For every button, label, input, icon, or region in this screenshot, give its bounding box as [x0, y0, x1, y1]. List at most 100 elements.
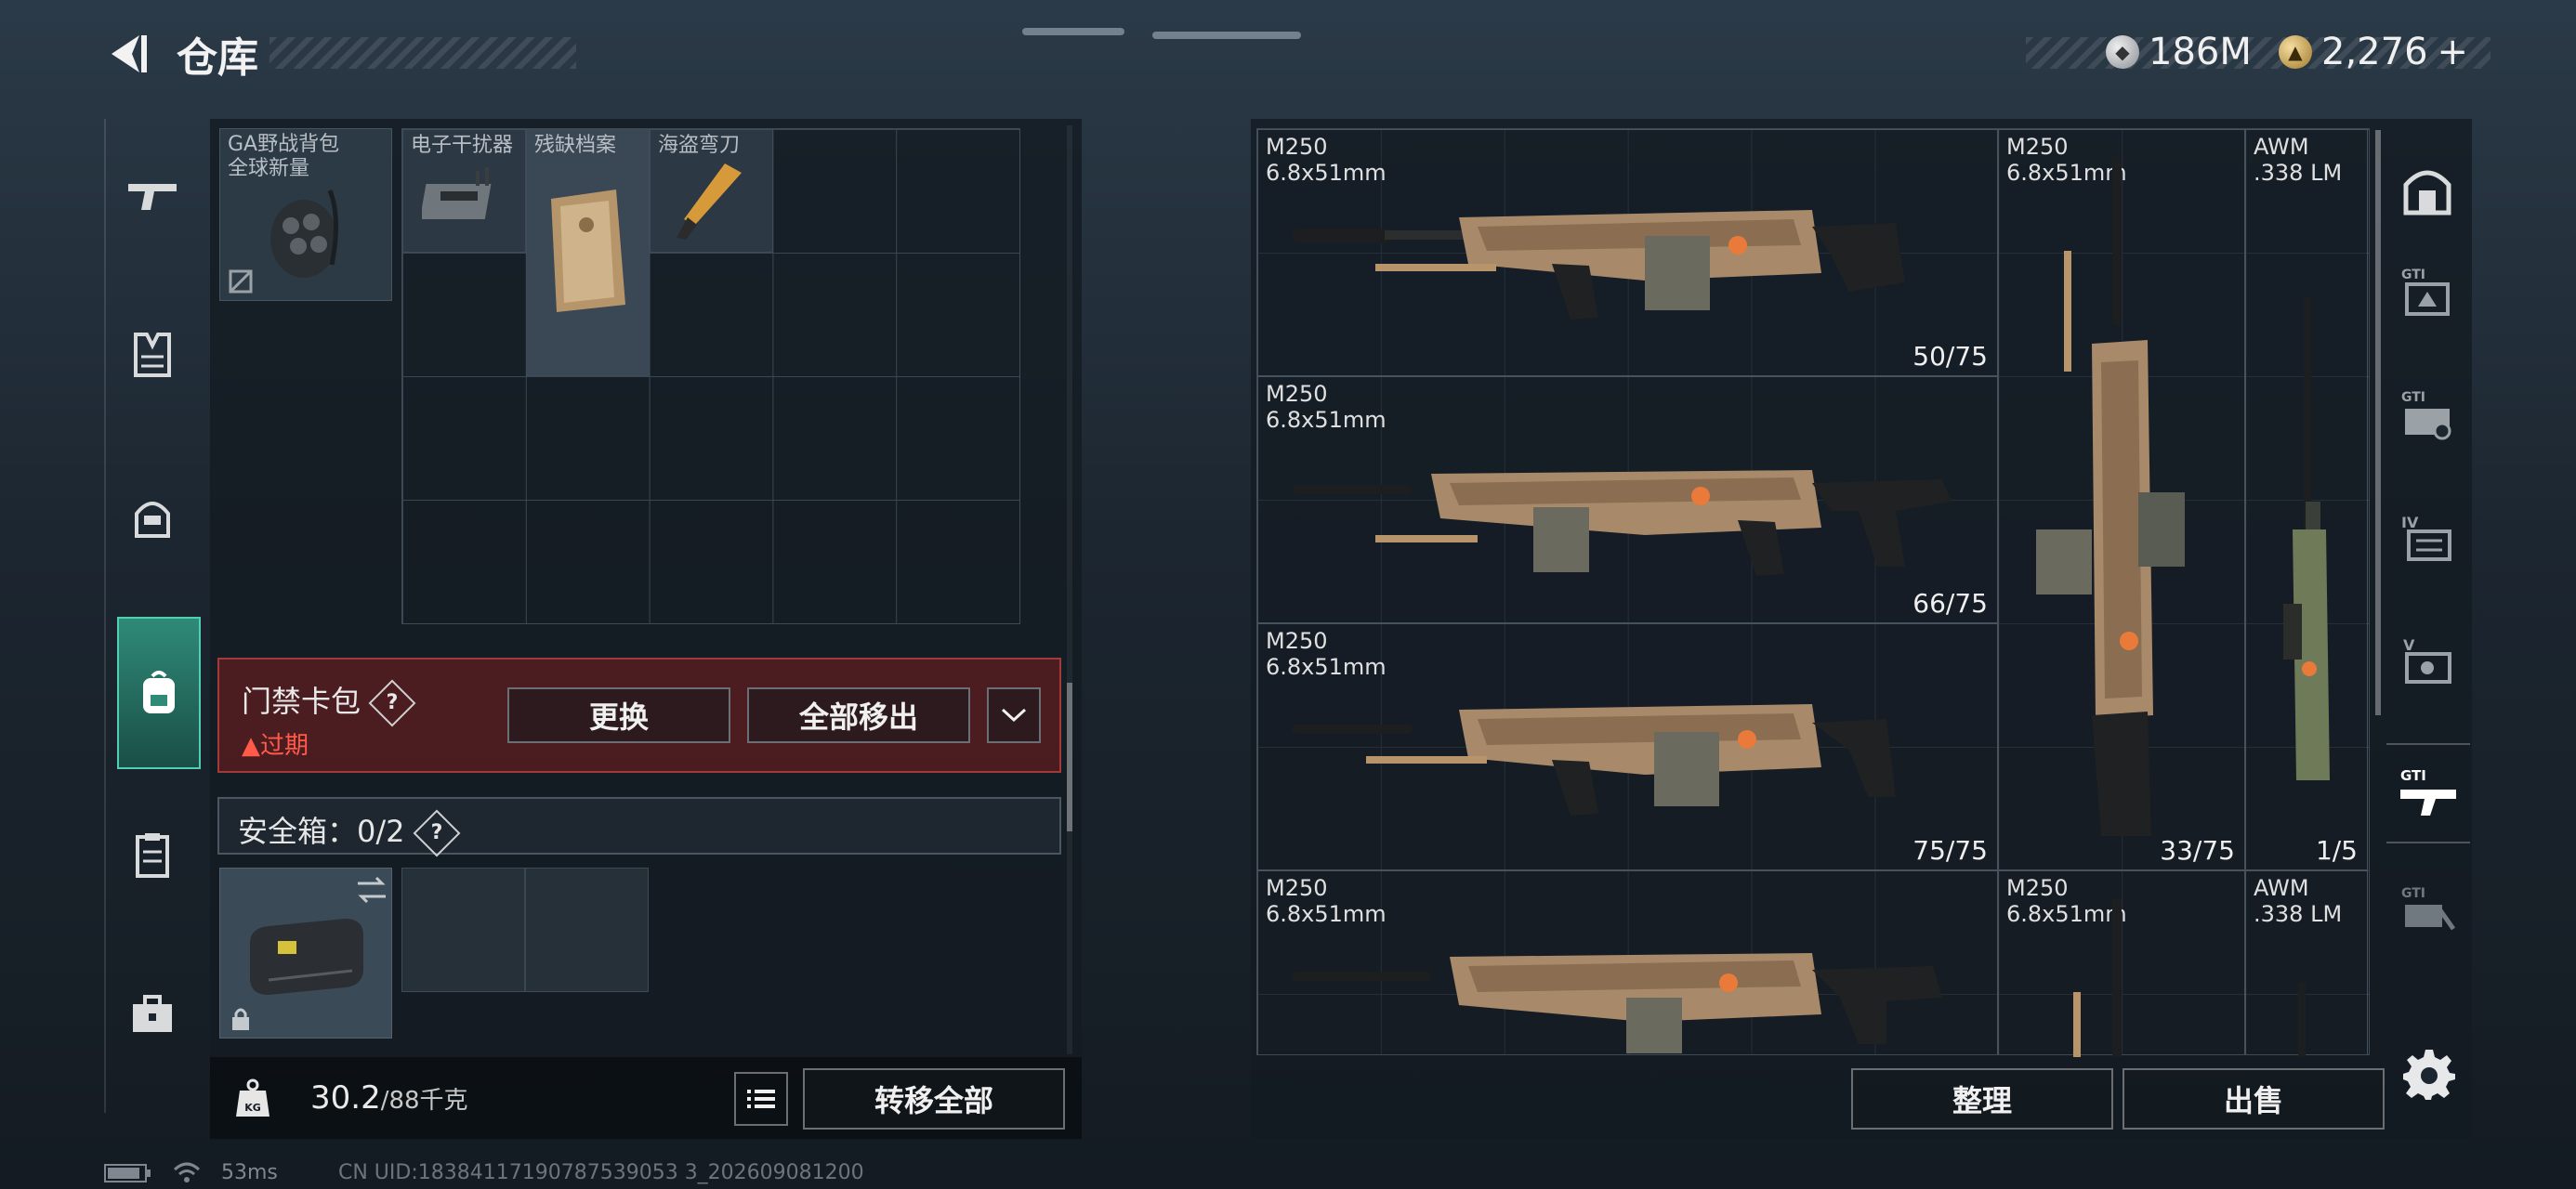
tab-gti-weapons[interactable]: GTI — [2386, 743, 2470, 843]
warehouse-tabs: GTI GTI IV V GTI GTI — [2385, 149, 2472, 985]
safe-box-label-text: 安全箱：0/2 — [238, 814, 405, 849]
vault-icon — [2403, 170, 2451, 216]
sniper-weapon-image-vertical — [2283, 297, 2330, 780]
gti-tab-2-label: GTI — [2401, 390, 2425, 405]
wifi-icon — [173, 1162, 201, 1182]
gti-weapon-icon: GTI — [2400, 767, 2456, 816]
backpack-name-line1: GA野战背包 — [228, 133, 340, 156]
nav-briefcase[interactable] — [119, 981, 186, 1048]
tab-iv[interactable]: IV — [2394, 505, 2461, 572]
sort-button[interactable]: 整理 — [1851, 1068, 2113, 1130]
carry-weight-value: 30.2 — [310, 1079, 381, 1117]
weapon-ammo-count: 75/75 — [1912, 835, 1988, 866]
weapon-tile[interactable]: M250 6.8x51mm 33/75 — [1998, 129, 2245, 870]
weapon-tile[interactable]: M250 6.8x51mm — [1257, 870, 1998, 1054]
lmg-weapon-image — [1292, 704, 1896, 816]
weapon-ammo-count: 66/75 — [1912, 588, 1988, 619]
lmg-weapon-image — [1292, 953, 1942, 1053]
keycard-help-icon[interactable]: ? — [368, 679, 416, 727]
weapon-ammo-count: 50/75 — [1912, 341, 1988, 372]
safe-box-empty-grid[interactable] — [401, 868, 649, 992]
grid-item-label: 残缺档案 — [534, 134, 617, 157]
weapon-tile[interactable]: M250 6.8x51mm — [1998, 870, 2245, 1057]
nav-armor[interactable] — [119, 321, 186, 388]
safe-box-help-icon[interactable]: ? — [413, 809, 460, 857]
nav-clipboard[interactable] — [119, 821, 186, 888]
tab-vault[interactable] — [2394, 158, 2461, 225]
weight-kg-icon: KG — [236, 1078, 269, 1117]
settings-gear-icon[interactable] — [2403, 1048, 2455, 1100]
gold-currency[interactable]: ▲ 2,276 + — [2279, 26, 2468, 78]
gold-coin-icon: ▲ — [2279, 35, 2312, 69]
keycard-help-text: ? — [386, 691, 399, 714]
tab-gti-3[interactable]: GTI — [2394, 877, 2461, 944]
page-title: 仓库 — [177, 34, 258, 82]
gun-icon — [128, 184, 177, 210]
backpack-name-line2: 全球新量 — [228, 157, 310, 180]
weapon-name: AWM .338 LM — [2254, 134, 2343, 186]
backpack-icon — [143, 671, 175, 713]
tab-v-label: V — [2403, 636, 2415, 654]
armor-vest-icon — [134, 333, 171, 377]
tab-iv-icon: IV — [2401, 514, 2451, 561]
weapon-ammo-count: 33/75 — [2160, 835, 2235, 866]
weapon-tile[interactable]: AWM .338 LM 1/5 — [2245, 129, 2368, 870]
kg-text: KG — [244, 1102, 261, 1114]
list-view-button[interactable] — [734, 1072, 788, 1126]
clipboard-icon — [136, 833, 169, 878]
gti-tab-2-icon: GTI — [2401, 390, 2451, 440]
gti-tab-1-icon: GTI — [2401, 268, 2450, 316]
document-item-image — [551, 189, 625, 312]
lmg-weapon-image-vertical — [2073, 899, 2122, 1057]
safe-box-header: 安全箱：0/2? — [217, 797, 1061, 857]
silver-coin-icon: ◆ — [2106, 35, 2139, 69]
transfer-all-button[interactable]: 转移全部 — [803, 1068, 1065, 1130]
weapon-tile[interactable]: M250 6.8x51mm 75/75 — [1257, 623, 1998, 870]
add-currency-button[interactable]: + — [2438, 31, 2469, 73]
tab-gti-1[interactable]: GTI — [2394, 258, 2461, 325]
safe-box-label: 安全箱：0/2? — [238, 808, 460, 857]
carry-weight: 30.2/88千克 — [310, 1079, 468, 1117]
gti-weapon-label: GTI — [2400, 767, 2426, 784]
back-arrow-icon — [112, 35, 147, 72]
gti-tab-3-icon: GTI — [2401, 886, 2455, 931]
ping-value: 53ms — [221, 1161, 278, 1184]
sell-button[interactable]: 出售 — [2123, 1068, 2385, 1130]
weapon-tile[interactable]: AWM .338 LM — [2245, 870, 2368, 1057]
weapon-tile[interactable]: M250 6.8x51mm 50/75 — [1257, 129, 1998, 376]
lmg-weapon-image — [1292, 470, 1952, 576]
move-all-out-button[interactable]: 全部移出 — [747, 687, 970, 743]
nav-weapons[interactable] — [119, 163, 186, 230]
equipped-backpack-slot[interactable]: GA野战背包 全球新量 — [219, 128, 392, 301]
replace-keycard-button[interactable]: 更换 — [507, 687, 730, 743]
nav-backpack[interactable] — [117, 617, 201, 769]
keycard-dropdown-button[interactable] — [987, 687, 1041, 743]
sniper-weapon-image-vertical — [2298, 983, 2306, 1057]
back-button[interactable] — [104, 30, 152, 78]
keycard-expired-status: ▲过期 — [242, 732, 309, 760]
lock-icon — [232, 1008, 249, 1030]
cutlass-item-image — [677, 163, 742, 240]
weapon-ammo-count: 1/5 — [2315, 835, 2358, 866]
jammer-item-image — [422, 167, 492, 219]
tab-iv-label: IV — [2401, 514, 2419, 531]
list-icon — [747, 1090, 775, 1108]
helmet-icon — [135, 502, 170, 538]
weapon-tile[interactable]: M250 6.8x51mm 66/75 — [1257, 376, 1998, 623]
device-status-bar: 53ms — [104, 1161, 278, 1184]
top-bar: 仓库 ◆ 186M ▲ 2,276 + — [0, 0, 2576, 102]
tab-v[interactable]: V — [2394, 628, 2461, 695]
user-uid: CN UID:18384117190787539053 3_2026090812… — [338, 1161, 864, 1184]
silver-currency: ◆ 186M — [2106, 26, 2252, 78]
no-insure-icon — [229, 269, 253, 294]
warehouse-scrollbar[interactable] — [2375, 130, 2381, 715]
swap-icon[interactable] — [356, 876, 388, 904]
grid-item-cutlass[interactable]: 海盗弯刀 — [650, 129, 773, 253]
tab-gti-2[interactable]: GTI — [2394, 381, 2461, 448]
grid-item-document[interactable]: 残缺档案 — [526, 129, 650, 376]
inventory-scrollbar[interactable] — [1067, 125, 1072, 1054]
grid-item-jammer[interactable]: 电子干扰器 — [402, 129, 526, 253]
keycard-label-text: 门禁卡包 — [242, 684, 361, 719]
safe-box-slot[interactable] — [219, 868, 392, 1039]
nav-helmet[interactable] — [119, 483, 186, 550]
